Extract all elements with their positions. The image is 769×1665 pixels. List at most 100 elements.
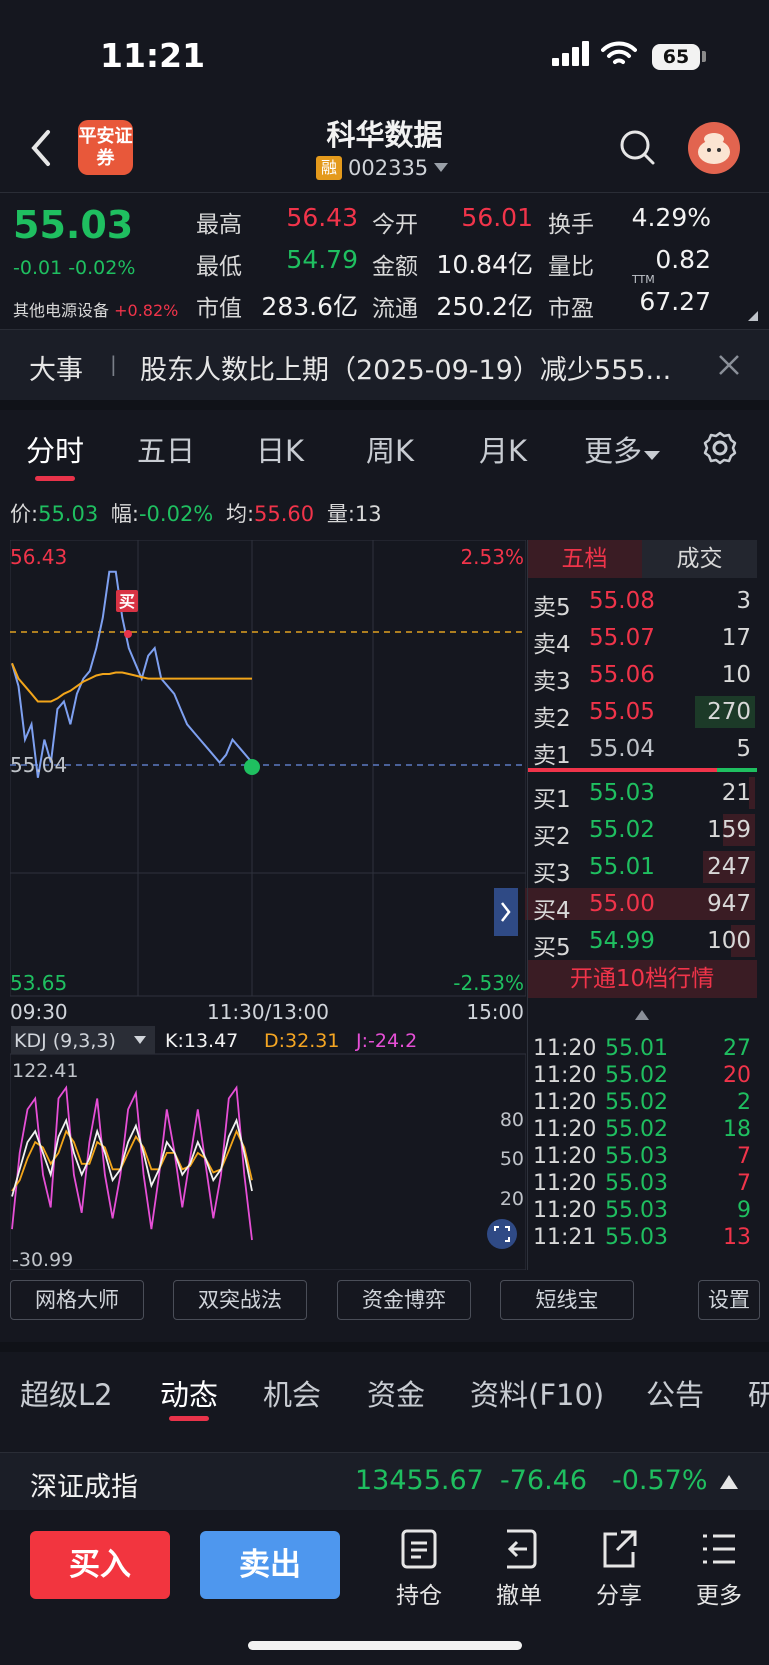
share-icon xyxy=(603,1530,637,1568)
tab-weekly-k[interactable]: 周K xyxy=(366,428,414,470)
tab-more[interactable]: 更多 xyxy=(584,428,661,470)
x-label-open: 09:30 xyxy=(10,1000,68,1024)
sector-tag[interactable]: 其他电源设备 +0.82% xyxy=(13,297,178,321)
tick-price: 55.03 xyxy=(605,1198,668,1223)
upgrade-depth-button[interactable]: 开通10档行情 xyxy=(527,960,757,998)
info-avg: 55.60 xyxy=(254,502,315,526)
search-icon[interactable] xyxy=(618,128,658,168)
book-row[interactable]: 卖1 55.04 5 xyxy=(527,730,757,769)
index-change: -76.46 xyxy=(500,1465,588,1496)
caret-up-icon[interactable] xyxy=(635,1010,649,1020)
y-ref-label: 55.04 xyxy=(10,753,67,777)
book-divider-green xyxy=(717,768,757,772)
book-row[interactable]: 卖2 55.05 270 xyxy=(527,693,757,732)
tab-trades[interactable]: 成交 xyxy=(642,540,757,578)
book-volume: 159 xyxy=(707,817,751,843)
close-icon[interactable] xyxy=(718,354,740,376)
tick-volume: 7 xyxy=(737,1144,751,1169)
ttm-label: TTM xyxy=(632,273,655,286)
news-label: 大事 xyxy=(29,355,83,386)
sell-button[interactable]: 卖出 xyxy=(200,1531,340,1599)
corner-triangle-icon xyxy=(748,311,758,321)
quote-label: 今开 xyxy=(372,212,418,238)
more-button[interactable]: 更多 xyxy=(689,1528,749,1610)
kdj-min-label: -30.99 xyxy=(12,1249,73,1270)
info-price-label: 价: xyxy=(10,502,39,526)
y-right-max-label: 2.53% xyxy=(460,545,524,569)
undo-icon xyxy=(507,1529,537,1569)
index-value: 13455.67 xyxy=(355,1465,484,1496)
y-min-label: 53.65 xyxy=(10,971,67,995)
tab-five-day[interactable]: 五日 xyxy=(137,428,195,470)
x-label-close: 15:00 xyxy=(466,1000,524,1024)
kdj-label: KDJ (9,3,3) xyxy=(14,1030,116,1052)
tab-f10[interactable]: 资料(F10) xyxy=(470,1372,604,1414)
book-price: 55.06 xyxy=(589,662,655,688)
kdj-d-value: D:32.31 xyxy=(264,1030,339,1052)
index-bar[interactable]: 深证成指 13455.67 -76.46 -0.57% xyxy=(0,1452,769,1510)
stock-code-selector[interactable]: 融 002335 xyxy=(316,156,449,180)
tab-research[interactable]: 研 xyxy=(748,1372,769,1414)
info-amp: -0.02% xyxy=(138,502,214,526)
fullscreen-button[interactable] xyxy=(487,1219,517,1249)
tab-news-feed[interactable]: 动态 xyxy=(160,1372,218,1414)
trade-tick-row: 11:20 55.03 9 xyxy=(527,1198,757,1226)
tab-intraday[interactable]: 分时 xyxy=(26,428,84,470)
assistant-avatar-icon[interactable] xyxy=(688,122,740,174)
tab-announcements[interactable]: 公告 xyxy=(646,1372,704,1414)
trade-tick-row: 11:20 55.02 2 xyxy=(527,1090,757,1118)
tool-grid-master[interactable]: 网格大师 xyxy=(10,1280,144,1320)
book-row[interactable]: 买4 55.00 947 xyxy=(525,885,757,924)
share-label: 分享 xyxy=(596,1583,642,1609)
chart-tabs: 分时 五日 日K 周K 月K 更多 xyxy=(0,400,769,482)
buy-button[interactable]: 买入 xyxy=(30,1531,170,1599)
tool-double-breakout[interactable]: 双突战法 xyxy=(173,1280,307,1320)
trade-tick-row: 11:20 55.03 7 xyxy=(527,1171,757,1199)
tick-price: 55.02 xyxy=(605,1063,668,1088)
book-row[interactable]: 卖3 55.06 10 xyxy=(527,656,757,695)
y-max-label: 56.43 xyxy=(10,545,67,569)
holdings-button[interactable]: 持仓 xyxy=(389,1528,449,1610)
expand-book-toggle[interactable] xyxy=(494,888,518,936)
index-name: 深证成指 xyxy=(30,1472,138,1503)
book-row[interactable]: 买3 55.01 247 xyxy=(527,848,757,887)
book-row[interactable]: 卖5 55.08 3 xyxy=(527,582,757,621)
tab-opportunity[interactable]: 机会 xyxy=(263,1372,321,1414)
quote-label: 量比 xyxy=(548,254,594,280)
menu-list-icon xyxy=(703,1534,735,1564)
news-text: 股东人数比上期（2025-09-19）减少555... xyxy=(140,355,672,386)
news-banner[interactable]: 大事 | 股东人数比上期（2025-09-19）减少555... xyxy=(0,330,769,400)
share-button[interactable]: 分享 xyxy=(589,1528,649,1610)
order-book: 五档 成交 卖5 55.08 3 卖4 55.07 17 卖3 55.06 10 卖2 55.05 2… xyxy=(525,540,757,1270)
battery-indicator: 65 xyxy=(652,44,700,70)
tab-daily-k[interactable]: 日K xyxy=(256,428,304,470)
book-vertical-border xyxy=(527,540,528,1270)
tool-fund-game[interactable]: 资金博弈 xyxy=(337,1280,471,1320)
tab-super-l2[interactable]: 超级L2 xyxy=(20,1372,113,1414)
tab-funds[interactable]: 资金 xyxy=(367,1372,425,1414)
tab-monthly-k[interactable]: 月K xyxy=(479,428,527,470)
tool-settings[interactable]: 设置 xyxy=(698,1280,760,1320)
caret-up-icon xyxy=(720,1475,738,1489)
book-row[interactable]: 买1 55.03 21 xyxy=(527,774,757,813)
tick-time: 11:20 xyxy=(533,1144,597,1169)
stock-code: 002335 xyxy=(348,156,429,180)
quote-value: 10.84亿 xyxy=(436,250,533,279)
trade-tick-row: 11:20 55.02 20 xyxy=(527,1063,757,1091)
settings-gear-icon[interactable] xyxy=(702,430,738,466)
quote-value: 283.6亿 xyxy=(261,292,358,321)
book-row[interactable]: 买5 54.99 100 xyxy=(527,922,757,961)
book-row[interactable]: 买2 55.02 159 xyxy=(527,811,757,850)
info-amp-label: 幅: xyxy=(110,502,139,526)
wifi-icon xyxy=(601,41,637,64)
cancel-order-button[interactable]: 撤单 xyxy=(489,1528,549,1610)
quote-panel: 55.03 -0.01 -0.02% 其他电源设备 +0.82% 最高 56.43… xyxy=(0,192,769,330)
tool-short-line[interactable]: 短线宝 xyxy=(500,1280,634,1320)
document-icon xyxy=(401,1529,437,1569)
book-volume: 270 xyxy=(707,699,751,725)
intraday-chart[interactable]: 买 56.43 55.04 53.65 2.53% -2.53% 09:30 1… xyxy=(10,540,526,1270)
info-vol: 13 xyxy=(354,502,382,526)
active-tab-indicator xyxy=(35,476,75,481)
book-row[interactable]: 卖4 55.07 17 xyxy=(527,619,757,658)
tab-five-levels[interactable]: 五档 xyxy=(527,540,642,578)
